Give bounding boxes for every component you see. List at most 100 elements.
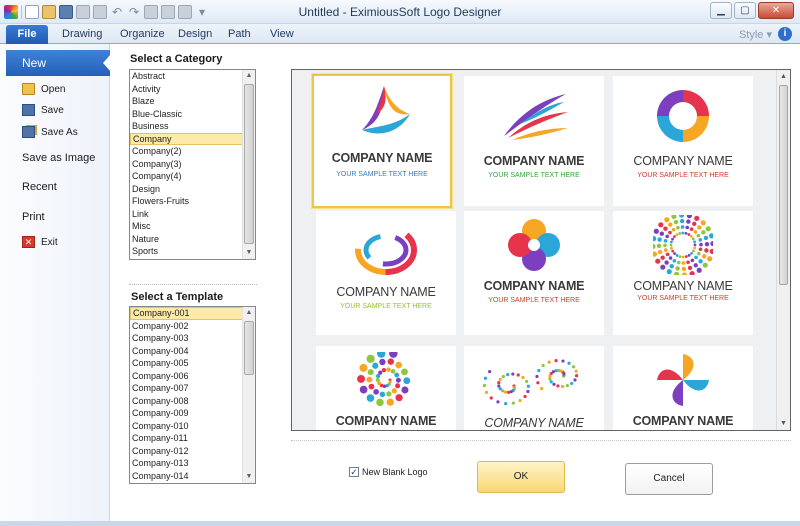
category-list-item[interactable]: Company(2) bbox=[130, 145, 255, 158]
template-tile[interactable]: COMPANY NAME YOUR SAMPLE TEXT HERE bbox=[613, 76, 753, 206]
category-list-item[interactable]: Business bbox=[130, 120, 255, 133]
template-scrollbar[interactable]: ▲ ▼ bbox=[242, 307, 255, 483]
template-list-item[interactable]: Company-006 bbox=[130, 370, 255, 383]
backstage-print[interactable]: Print bbox=[22, 211, 45, 223]
category-scrollbar[interactable]: ▲ ▼ bbox=[242, 70, 255, 259]
new-blank-logo-label: New Blank Logo bbox=[362, 467, 428, 477]
template-tile[interactable]: COMPANY NAME YOUR SAMPLE TEXT HERE bbox=[464, 211, 604, 335]
template-list-item[interactable]: Company-011 bbox=[130, 432, 255, 445]
template-list-item[interactable]: Company-009 bbox=[130, 407, 255, 420]
backstage-recent[interactable]: Recent bbox=[22, 181, 57, 193]
category-list-item[interactable]: Misc bbox=[130, 220, 255, 233]
scroll-thumb[interactable] bbox=[244, 321, 254, 375]
template-tile[interactable]: COMPANY NAME bbox=[464, 346, 604, 430]
tab-view[interactable]: View bbox=[264, 27, 300, 43]
tab-drawing[interactable]: Drawing bbox=[56, 27, 108, 43]
category-list-item[interactable]: Company bbox=[130, 132, 255, 145]
template-tile[interactable]: COMPANY NAME YOUR SAMPLE TEXT HERE bbox=[464, 76, 604, 206]
ribbon-tabs: File Drawing Organize Design Path View S… bbox=[0, 24, 800, 44]
dot-burst-icon bbox=[653, 215, 713, 275]
sample-text: YOUR SAMPLE TEXT HERE bbox=[340, 303, 432, 310]
backstage-open[interactable]: Open bbox=[22, 83, 65, 95]
scroll-up-icon[interactable]: ▲ bbox=[243, 307, 255, 319]
new-blank-logo-checkbox[interactable]: ✓ New Blank Logo bbox=[349, 467, 428, 477]
category-list-item[interactable]: Abstract bbox=[130, 70, 255, 83]
category-list-item[interactable]: Activity bbox=[130, 83, 255, 96]
scroll-up-icon[interactable]: ▲ bbox=[777, 70, 790, 83]
exit-icon: ✕ bbox=[22, 236, 35, 248]
scroll-down-icon[interactable]: ▼ bbox=[243, 247, 255, 259]
sample-text: YOUR SAMPLE TEXT HERE bbox=[488, 297, 580, 304]
category-list-item[interactable]: Design bbox=[130, 183, 255, 196]
backstage-save-as-image[interactable]: Save as Image bbox=[22, 152, 95, 164]
checkbox-checked-icon[interactable]: ✓ bbox=[349, 467, 359, 477]
template-list-item[interactable]: Company-008 bbox=[130, 395, 255, 408]
template-list-item[interactable]: Company-002 bbox=[130, 320, 255, 333]
template-list-item[interactable]: Company-003 bbox=[130, 332, 255, 345]
cancel-button[interactable]: Cancel bbox=[625, 463, 713, 495]
close-button[interactable]: ✕ bbox=[758, 2, 794, 19]
bottom-divider bbox=[291, 440, 791, 441]
template-tile[interactable]: COMPANY NAME bbox=[316, 346, 456, 430]
template-list-item[interactable]: Company-014 bbox=[130, 470, 255, 483]
template-list-item[interactable]: Company-013 bbox=[130, 457, 255, 470]
scroll-down-icon[interactable]: ▼ bbox=[243, 471, 255, 483]
save-icon bbox=[22, 104, 35, 116]
category-title: Select a Category bbox=[130, 53, 223, 65]
category-list-item[interactable]: Flowers-Fruits bbox=[130, 195, 255, 208]
category-list-item[interactable]: Blue-Classic bbox=[130, 108, 255, 121]
style-dropdown[interactable]: Style ▾ bbox=[739, 28, 772, 41]
gallery-scrollbar[interactable]: ▲ ▼ bbox=[776, 70, 790, 430]
backstage-save[interactable]: Save bbox=[22, 104, 64, 116]
template-list-item[interactable]: Company-010 bbox=[130, 420, 255, 433]
backstage-new[interactable]: New bbox=[6, 50, 111, 76]
tab-organize[interactable]: Organize bbox=[114, 27, 171, 43]
category-list-item[interactable]: Company(4) bbox=[130, 170, 255, 183]
tab-design[interactable]: Design bbox=[172, 27, 218, 43]
triangle-swirl-icon bbox=[362, 86, 410, 134]
backstage-exit-label: Exit bbox=[41, 236, 58, 248]
wing-swoosh-icon bbox=[504, 94, 568, 140]
backstage-exit[interactable]: ✕ Exit bbox=[22, 236, 58, 248]
scroll-thumb[interactable] bbox=[779, 85, 788, 285]
template-list-item[interactable]: Company-007 bbox=[130, 382, 255, 395]
template-list-item[interactable]: Company-004 bbox=[130, 345, 255, 358]
template-list-item[interactable]: Company-005 bbox=[130, 357, 255, 370]
save-as-icon bbox=[22, 126, 35, 138]
template-tile[interactable]: COMPANY NAME YOUR SAMPLE TEXT HERE bbox=[316, 211, 456, 335]
category-list-item[interactable]: Blaze bbox=[130, 95, 255, 108]
ok-button[interactable]: OK bbox=[477, 461, 565, 493]
scroll-up-icon[interactable]: ▲ bbox=[243, 70, 255, 82]
heart-flower-icon bbox=[508, 219, 560, 271]
template-list-item[interactable]: Company-012 bbox=[130, 445, 255, 458]
template-list-item[interactable]: Company-001 bbox=[130, 307, 255, 320]
scroll-thumb[interactable] bbox=[244, 84, 254, 244]
company-name-text: COMPANY NAME bbox=[335, 414, 437, 428]
tab-file[interactable]: File bbox=[6, 25, 48, 44]
category-list[interactable]: Abstract Activity Blaze Blue-Classic Busines… bbox=[129, 69, 256, 260]
open-folder-icon bbox=[22, 83, 35, 95]
scroll-down-icon[interactable]: ▼ bbox=[777, 417, 790, 430]
category-list-item[interactable]: Sports bbox=[130, 245, 255, 258]
tab-path[interactable]: Path bbox=[222, 27, 257, 43]
maximize-button[interactable]: ▢ bbox=[734, 2, 756, 19]
template-tile[interactable]: COMPANY NAME bbox=[613, 346, 753, 430]
backstage-save-as[interactable]: Save As bbox=[22, 126, 78, 138]
template-tile[interactable]: COMPANY NAME YOUR SAMPLE TEXT HERE bbox=[613, 211, 753, 335]
window-controls: ▁ ▢ ✕ bbox=[710, 2, 794, 19]
ring-swirl-icon bbox=[355, 225, 417, 275]
sample-text: YOUR SAMPLE TEXT HERE bbox=[637, 295, 729, 302]
company-name-text: COMPANY NAME bbox=[336, 285, 436, 299]
company-name-text: COMPANY NAME bbox=[483, 279, 585, 293]
company-name-text: COMPANY NAME bbox=[484, 416, 584, 430]
category-list-item[interactable]: Company(3) bbox=[130, 158, 255, 171]
sample-text: YOUR SAMPLE TEXT HERE bbox=[336, 171, 428, 178]
template-tile[interactable]: COMPANY NAME YOUR SAMPLE TEXT HERE bbox=[312, 74, 452, 208]
help-icon[interactable]: i bbox=[778, 27, 792, 41]
category-list-item[interactable]: Link bbox=[130, 208, 255, 221]
dot-wave-icon bbox=[482, 359, 579, 406]
minimize-button[interactable]: ▁ bbox=[710, 2, 732, 19]
template-list[interactable]: Company-001 Company-002 Company-003 Company… bbox=[129, 306, 256, 484]
category-list-item[interactable]: Nature bbox=[130, 233, 255, 246]
sample-text: YOUR SAMPLE TEXT HERE bbox=[637, 172, 729, 179]
